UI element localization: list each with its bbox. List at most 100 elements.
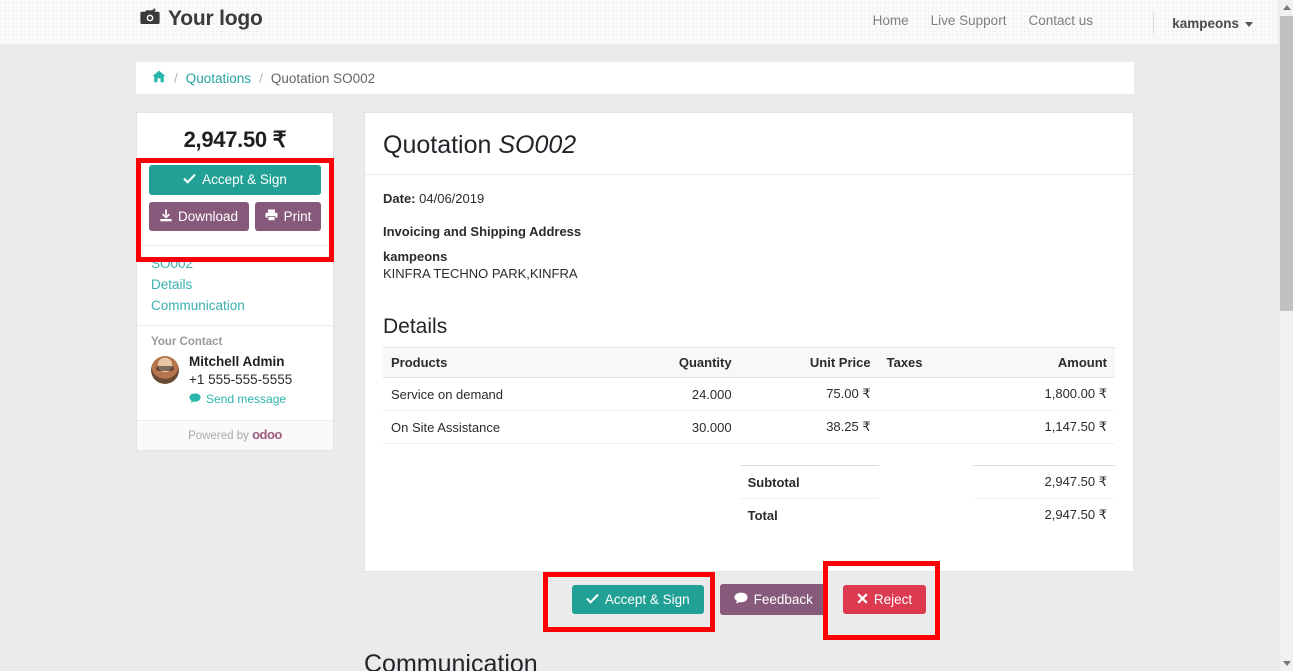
contact-name: Mitchell Admin	[189, 354, 285, 369]
sidebar-nav-links: SO002 Details Communication	[137, 245, 333, 325]
page-title-prefix: Quotation	[383, 131, 499, 159]
sidebar-accept-sign-button[interactable]: Accept & Sign	[149, 165, 321, 195]
comment-icon	[189, 392, 201, 406]
sidebar-print-label: Print	[283, 208, 312, 224]
table-row: Service on demand 24.000 75.00 ₹ 1,800.0…	[383, 377, 1115, 411]
browser-viewport: Your logo Home Live Support Contact us k…	[0, 0, 1293, 671]
communication-heading: Communication	[364, 650, 538, 671]
cell-unit-price: 38.25 ₹	[739, 410, 879, 444]
cell-product: Service on demand	[383, 377, 616, 411]
breadcrumb: / Quotations / Quotation SO002	[136, 62, 1134, 94]
odoo-logo: odoo	[252, 427, 282, 443]
sidebar-action-buttons: Accept & Sign Download Print	[137, 165, 333, 245]
site-header: Your logo Home Live Support Contact us k…	[0, 0, 1278, 45]
your-contact-label: Your Contact	[151, 336, 223, 348]
details-heading: Details	[383, 315, 448, 338]
sidebar-download-button[interactable]: Download	[149, 201, 249, 231]
contact-phone: +1 555-555-5555	[189, 371, 293, 387]
address-name: kampeons	[383, 249, 448, 264]
column-products: Products	[383, 347, 616, 378]
quotation-date: Date: 04/06/2019	[383, 191, 1115, 206]
address-heading: Invoicing and Shipping Address	[383, 224, 582, 239]
table-body: Service on demand 24.000 75.00 ₹ 1,800.0…	[383, 377, 1115, 531]
total-row: Total 2,947.50 ₹	[383, 498, 1115, 531]
column-amount: Amount	[972, 347, 1115, 378]
cell-taxes	[878, 377, 973, 411]
subtotal-value: 2,947.50 ₹	[972, 465, 1115, 499]
your-contact-section: Your Contact Mitchell Admin +1 555-555-5…	[137, 325, 333, 420]
nav-link-home[interactable]: Home	[873, 13, 909, 28]
cell-amount: 1,147.50 ₹	[972, 410, 1115, 444]
cell-taxes	[878, 410, 973, 444]
reject-button[interactable]: Reject	[842, 584, 927, 614]
page-title: Quotation SO002	[365, 113, 1133, 175]
subtotal-row: Subtotal 2,947.50 ₹	[383, 465, 1115, 499]
triangle-up-icon	[1282, 5, 1291, 10]
scrollbar-thumb[interactable]	[1280, 16, 1293, 311]
check-icon	[586, 593, 599, 607]
powered-by-footer: Powered by odoo	[137, 420, 333, 451]
reject-label: Reject	[873, 591, 913, 607]
vertical-scrollbar[interactable]	[1278, 0, 1293, 671]
sidebar-link-communication[interactable]: Communication	[151, 298, 319, 313]
cell-quantity: 24.000	[615, 377, 740, 411]
breadcrumb-separator-2: /	[259, 70, 263, 86]
sidebar-link-details[interactable]: Details	[151, 277, 319, 292]
triangle-down-icon	[1282, 661, 1291, 666]
cell-quantity: 30.000	[615, 410, 740, 444]
printer-icon	[265, 209, 278, 224]
feedback-label: Feedback	[753, 591, 813, 607]
user-menu[interactable]: kampeons	[1153, 12, 1253, 34]
address-line: KINFRA TECHNO PARK,KINFRA	[383, 266, 578, 281]
avatar	[151, 356, 179, 384]
chevron-down-icon	[1245, 21, 1253, 27]
subtotal-label: Subtotal	[739, 465, 879, 499]
nav-link-contact-us[interactable]: Contact us	[1028, 13, 1093, 28]
table-header: Products Quantity Unit Price Taxes Amoun…	[383, 347, 1115, 378]
table-header-row: Products Quantity Unit Price Taxes Amoun…	[383, 347, 1115, 378]
home-icon[interactable]	[152, 70, 166, 86]
powered-by-label: Powered by	[188, 430, 249, 443]
quotation-total-amount: 2,947.50 ₹	[183, 127, 287, 152]
quotation-sidebar: 2,947.50 ₹ Accept & Sign Download Print …	[136, 112, 334, 452]
nav-link-live-support[interactable]: Live Support	[931, 13, 1007, 28]
sidebar-download-label: Download	[177, 208, 239, 224]
send-message-label: Send message	[206, 392, 287, 407]
total-value: 2,947.50 ₹	[972, 498, 1115, 531]
breadcrumb-separator: /	[174, 70, 178, 86]
site-logo[interactable]: Your logo	[140, 7, 263, 31]
site-logo-text: Your logo	[168, 7, 263, 30]
column-quantity: Quantity	[615, 347, 740, 378]
page-title-reference: SO002	[498, 131, 577, 159]
total-label: Total	[739, 498, 879, 531]
scrollbar-up-button[interactable]	[1279, 0, 1293, 15]
comment-icon	[734, 592, 748, 607]
column-unit-price: Unit Price	[739, 347, 879, 378]
breadcrumb-item-quotations[interactable]: Quotations	[186, 71, 251, 86]
main-nav: Home Live Support Contact us	[873, 13, 1093, 28]
check-icon	[183, 173, 196, 187]
table-row: On Site Assistance 30.000 38.25 ₹ 1,147.…	[383, 410, 1115, 444]
cell-product: On Site Assistance	[383, 410, 616, 444]
scrollbar-down-button[interactable]	[1279, 656, 1293, 671]
quotation-main-panel: Quotation SO002 Date: 04/06/2019 Invoici…	[364, 112, 1134, 572]
feedback-button[interactable]: Feedback	[719, 584, 827, 615]
quotation-date-label: Date:	[383, 191, 416, 206]
accept-sign-button[interactable]: Accept & Sign	[571, 584, 704, 614]
sidebar-accept-sign-label: Accept & Sign	[202, 172, 287, 187]
quotation-action-bar: Accept & Sign Feedback Reject	[364, 584, 1134, 615]
cell-amount: 1,800.00 ₹	[972, 377, 1115, 411]
sidebar-link-so002[interactable]: SO002	[151, 256, 319, 271]
accept-sign-label: Accept & Sign	[604, 591, 690, 607]
x-icon	[857, 592, 868, 607]
quotation-lines-table: Products Quantity Unit Price Taxes Amoun…	[383, 347, 1115, 531]
sidebar-print-button[interactable]: Print	[255, 201, 321, 231]
table-spacer-row	[383, 444, 1115, 466]
quotation-date-value: 04/06/2019	[419, 191, 485, 206]
user-menu-label: kampeons	[1172, 15, 1239, 31]
send-message-link[interactable]: Send message	[189, 392, 286, 406]
column-taxes: Taxes	[878, 347, 973, 378]
camera-icon	[140, 7, 160, 31]
breadcrumb-item-current: Quotation SO002	[270, 70, 376, 86]
download-icon	[160, 209, 172, 225]
